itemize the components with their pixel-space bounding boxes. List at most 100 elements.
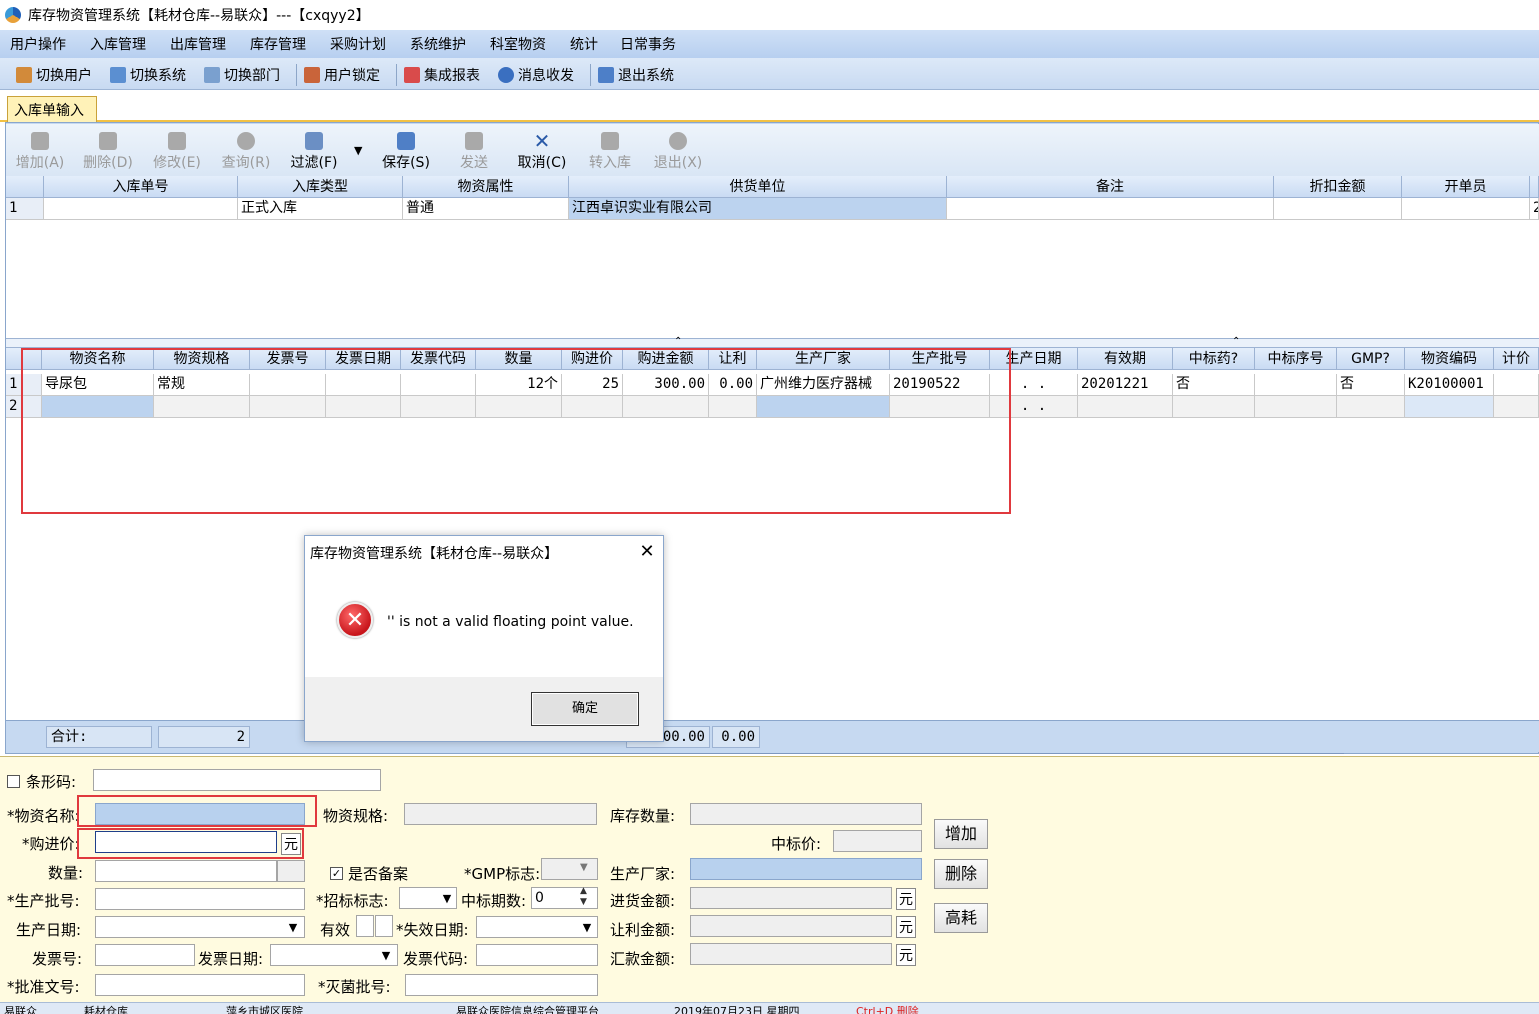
messages-button[interactable]: 消息收发 (498, 64, 574, 86)
send-button[interactable]: 发送 (442, 128, 506, 174)
lock-user-button[interactable]: 用户锁定 (304, 64, 380, 86)
grid-splitter[interactable]: ⌃ ⌃ (6, 336, 1539, 348)
invoice-code-input[interactable] (476, 944, 598, 966)
column-header[interactable]: 备注 (947, 176, 1274, 198)
remit-amount-unit: 元 (896, 944, 916, 966)
item-spec-input[interactable] (404, 803, 597, 825)
mfg-date-picker[interactable] (95, 916, 305, 938)
gmp-select[interactable] (541, 858, 598, 880)
menu-daily-affairs[interactable]: 日常事务 (620, 34, 676, 54)
menu-inbound[interactable]: 入库管理 (90, 34, 146, 54)
menu-stock[interactable]: 库存管理 (250, 34, 306, 54)
batch-input[interactable] (95, 888, 305, 910)
menu-purchase-plan[interactable]: 采购计划 (330, 34, 386, 54)
switch-department-button[interactable]: 切换部门 (204, 64, 280, 86)
maker-input[interactable] (690, 858, 922, 880)
table-cell[interactable] (1405, 396, 1494, 418)
column-header[interactable]: 有效期 (1078, 348, 1173, 370)
invoice-no-input[interactable] (95, 944, 195, 966)
valid-input[interactable] (356, 915, 374, 937)
close-icon[interactable]: ✕ (635, 540, 659, 564)
table-cell[interactable] (947, 198, 1274, 220)
chevron-down-icon[interactable]: ▼ (578, 917, 596, 937)
table-cell[interactable] (1173, 396, 1255, 418)
exit-system-button[interactable]: 退出系统 (598, 64, 674, 86)
column-header[interactable]: 入库单号 (44, 176, 238, 198)
save-button[interactable]: 保存(S) (374, 128, 438, 174)
valid-unit-input[interactable] (375, 915, 393, 937)
table-cell[interactable]: 普通 (403, 198, 569, 220)
column-header[interactable]: 物资属性 (403, 176, 569, 198)
table-cell[interactable]: 2 (1530, 198, 1539, 220)
column-header[interactable]: 中标序号 (1255, 348, 1337, 370)
transfer-inbound-button[interactable]: 转入库 (578, 128, 642, 174)
switch-user-button[interactable]: 切换用户 (16, 64, 92, 86)
table-cell[interactable] (44, 198, 238, 220)
menu-system-maintenance[interactable]: 系统维护 (410, 34, 466, 54)
chevron-up-icon[interactable]: ⌃ (1232, 336, 1240, 347)
table-cell[interactable] (1255, 374, 1337, 396)
column-header[interactable]: 供货单位 (569, 176, 947, 198)
menu-outbound[interactable]: 出库管理 (170, 34, 226, 54)
table-cell[interactable]: 正式入库 (238, 198, 403, 220)
switch-system-button[interactable]: 切换系统 (110, 64, 186, 86)
column-header[interactable] (1530, 176, 1539, 198)
column-header[interactable]: 计价 (1494, 348, 1539, 370)
column-header[interactable]: GMP? (1337, 348, 1405, 370)
purchase-amount-input[interactable] (690, 887, 892, 909)
table-cell[interactable]: 江西卓识实业有限公司 (569, 198, 947, 220)
ok-button[interactable]: 确定 (531, 692, 639, 726)
table-cell[interactable] (1078, 396, 1173, 418)
chevron-up-icon[interactable]: ⌃ (674, 336, 682, 347)
add-item-button[interactable]: 增加 (934, 819, 988, 849)
table-cell[interactable] (1337, 396, 1405, 418)
integrated-report-button[interactable]: 集成报表 (404, 64, 480, 86)
edit-button[interactable]: 修改(E) (145, 128, 209, 174)
menu-user-ops[interactable]: 用户操作 (10, 34, 66, 54)
table-cell[interactable] (1494, 396, 1539, 418)
column-header[interactable]: 折扣金额 (1274, 176, 1402, 198)
table-cell[interactable] (1274, 198, 1402, 220)
barcode-checkbox[interactable] (7, 775, 20, 788)
query-button[interactable]: 查询(R) (214, 128, 278, 174)
chevron-down-icon[interactable]: ▼ (438, 888, 456, 908)
add-button[interactable]: 增加(A) (8, 128, 72, 174)
filter-dropdown-icon[interactable]: ▼ (354, 144, 362, 157)
barcode-input[interactable] (93, 769, 381, 791)
chevron-down-icon[interactable]: ▼ (580, 862, 588, 873)
stepper-arrows-icon[interactable]: ▲ ▼ (580, 886, 587, 908)
column-header[interactable]: 开单员 (1402, 176, 1530, 198)
qty-input[interactable] (95, 860, 277, 882)
remit-amount-input[interactable] (690, 943, 892, 965)
table-cell[interactable]: K20100001 (1405, 374, 1494, 396)
table-cell[interactable] (1402, 198, 1530, 220)
table-cell[interactable] (1255, 396, 1337, 418)
delete-button[interactable]: 删除(D) (76, 128, 140, 174)
exit-door-icon (669, 132, 687, 150)
menu-statistics[interactable]: 统计 (570, 34, 598, 54)
discount-amount-input[interactable] (690, 915, 892, 937)
filing-checkbox[interactable]: ✓ (330, 867, 343, 880)
table-cell[interactable]: 否 (1337, 374, 1405, 396)
table-cell[interactable]: 20201221 (1078, 374, 1173, 396)
menu-dept-materials[interactable]: 科室物资 (490, 34, 546, 54)
column-header[interactable]: 中标药? (1173, 348, 1255, 370)
qty-unit-input[interactable] (277, 860, 305, 882)
chevron-down-icon[interactable]: ▼ (377, 945, 395, 965)
stock-qty-input[interactable] (690, 803, 922, 825)
column-header[interactable]: 物资编码 (1405, 348, 1494, 370)
bid-price-input[interactable] (833, 830, 922, 852)
filter-button[interactable]: 过滤(F) (282, 128, 346, 174)
table-cell[interactable] (1494, 374, 1539, 396)
cancel-button[interactable]: ✕ 取消(C) (510, 128, 574, 174)
chevron-down-icon[interactable]: ▼ (284, 917, 302, 937)
delete-item-button[interactable]: 删除 (934, 859, 988, 889)
approval-input[interactable] (95, 974, 305, 996)
table-cell[interactable]: 否 (1173, 374, 1255, 396)
high-cost-button[interactable]: 高耗 (934, 903, 988, 933)
bid-period-stepper[interactable]: 0 (531, 887, 598, 909)
tab-inbound-entry[interactable]: 入库单输入 (7, 96, 97, 122)
sterile-batch-input[interactable] (405, 974, 598, 996)
column-header[interactable]: 入库类型 (238, 176, 403, 198)
exit-button[interactable]: 退出(X) (646, 128, 710, 174)
